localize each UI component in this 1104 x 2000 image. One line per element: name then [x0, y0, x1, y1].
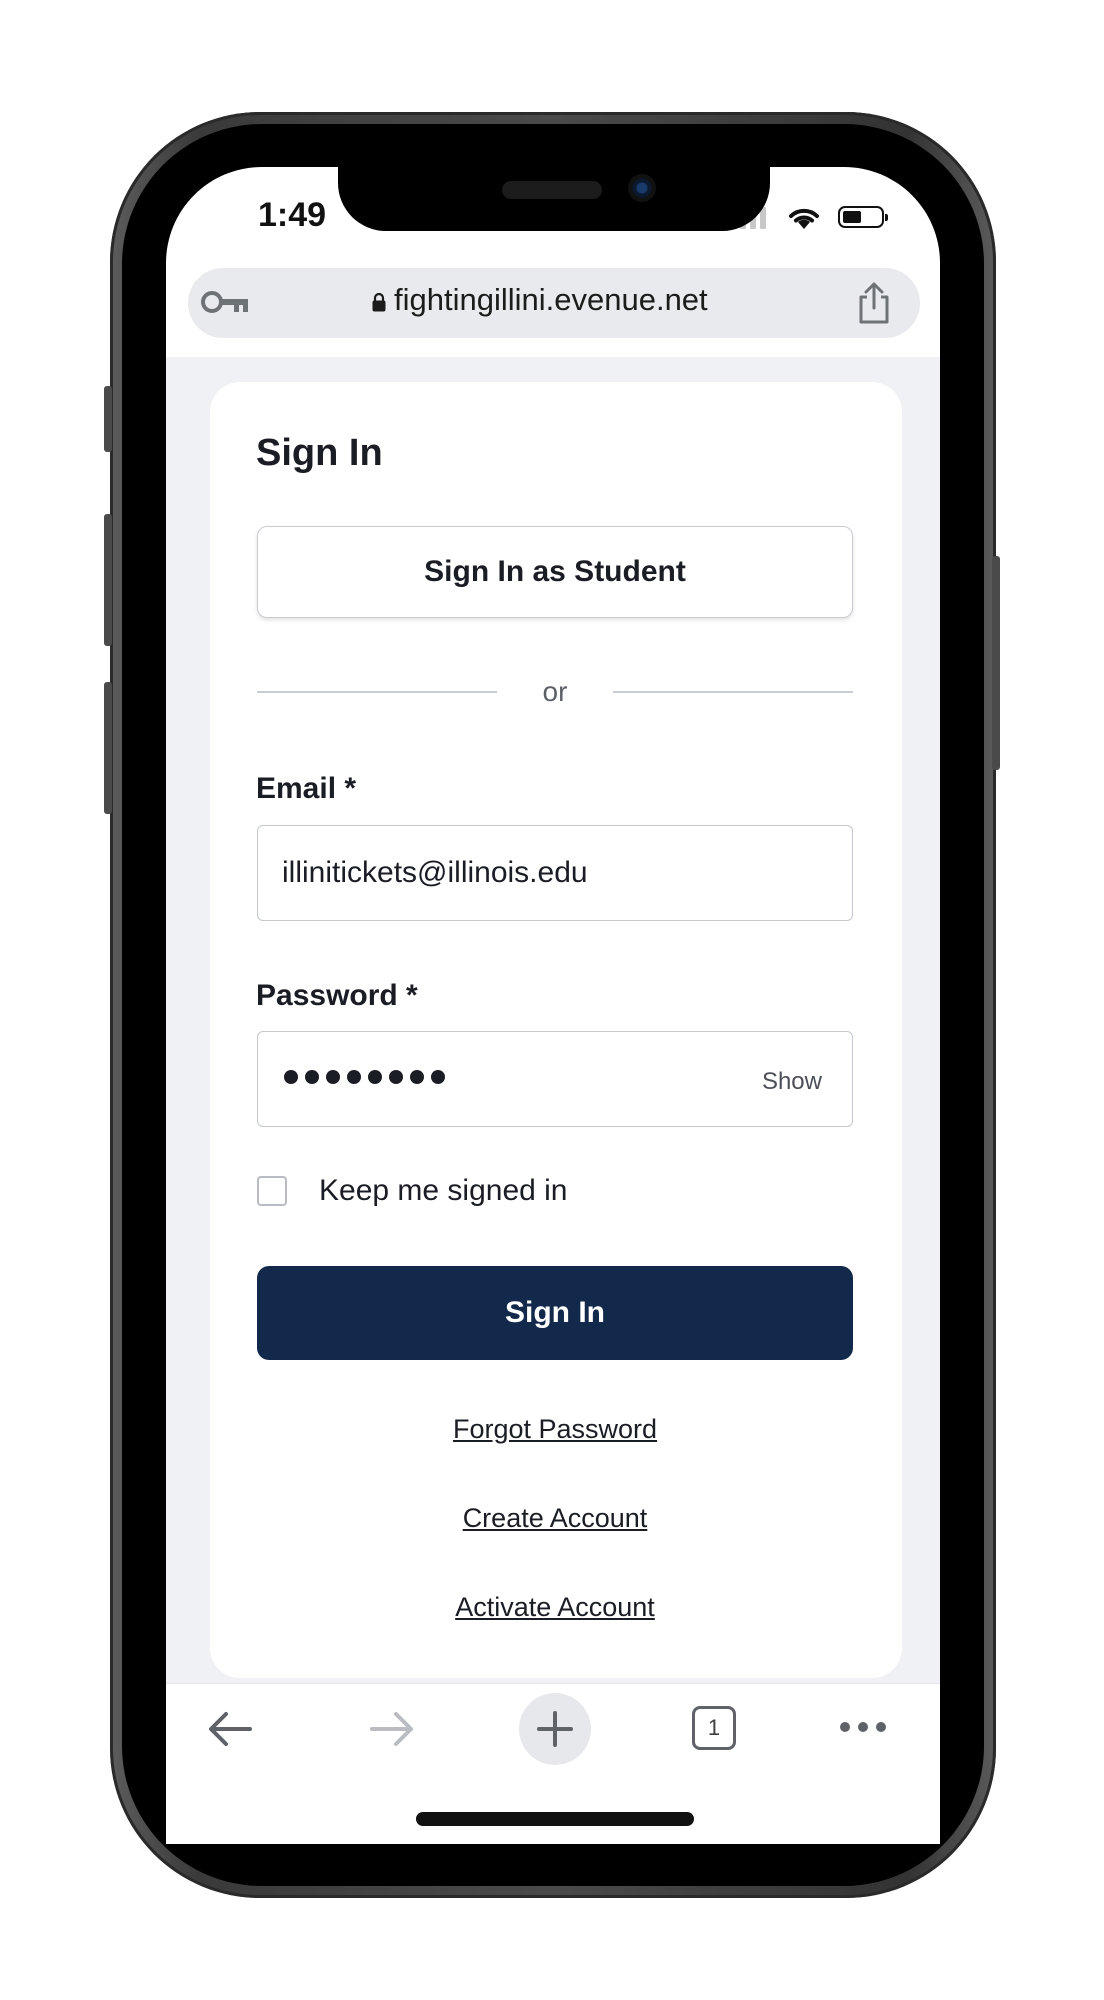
- keep-signed-in-label[interactable]: Keep me signed in: [319, 1174, 568, 1208]
- password-dot: [431, 1070, 445, 1084]
- password-dot: [347, 1070, 361, 1084]
- forward-arrow-icon[interactable]: [368, 1709, 416, 1749]
- divider-or-text: or: [542, 676, 568, 707]
- password-field[interactable]: Show: [257, 1031, 853, 1127]
- activate-account-link[interactable]: Activate Account: [257, 1592, 853, 1623]
- password-label: Password *: [256, 979, 418, 1012]
- phone-notch: [338, 167, 770, 231]
- battery-icon: [838, 206, 888, 228]
- more-menu-icon[interactable]: [838, 1720, 888, 1734]
- phone-volume-up-button: [104, 514, 112, 646]
- password-dot: [305, 1070, 319, 1084]
- forgot-password-link[interactable]: Forgot Password: [257, 1414, 853, 1445]
- phone-volume-down-button: [104, 682, 112, 814]
- status-time: 1:49: [258, 196, 327, 234]
- home-indicator[interactable]: [416, 1812, 694, 1826]
- sign-in-button[interactable]: Sign In: [257, 1266, 853, 1360]
- back-arrow-icon[interactable]: [206, 1709, 254, 1749]
- phone-power-button: [992, 556, 1000, 770]
- url-text[interactable]: fightingillini.evenue.net: [394, 282, 708, 318]
- page-title: Sign In: [256, 432, 383, 474]
- password-dot: [389, 1070, 403, 1084]
- email-field-value[interactable]: illinitickets@illinois.edu: [282, 856, 588, 890]
- key-icon[interactable]: [200, 288, 250, 316]
- sign-in-as-student-button[interactable]: Sign In as Student: [257, 526, 853, 618]
- divider-line-left: [257, 691, 497, 693]
- password-dot: [326, 1070, 340, 1084]
- wifi-icon: [789, 208, 819, 229]
- keep-signed-in-checkbox[interactable]: [257, 1176, 287, 1206]
- show-password-toggle[interactable]: Show: [762, 1068, 822, 1096]
- password-dot: [368, 1070, 382, 1084]
- create-account-link[interactable]: Create Account: [257, 1503, 853, 1534]
- phone-silent-switch: [104, 386, 112, 452]
- password-dot: [284, 1070, 298, 1084]
- email-label: Email *: [256, 772, 357, 805]
- password-dot: [410, 1070, 424, 1084]
- tab-switcher-icon[interactable]: 1: [692, 1706, 736, 1750]
- share-icon[interactable]: [856, 282, 892, 324]
- lock-icon: [372, 292, 386, 312]
- front-camera: [628, 174, 656, 202]
- plus-icon[interactable]: [535, 1709, 575, 1749]
- divider-line-right: [613, 691, 853, 693]
- password-masked-value[interactable]: [284, 1060, 445, 1084]
- email-field[interactable]: illinitickets@illinois.edu: [257, 825, 853, 921]
